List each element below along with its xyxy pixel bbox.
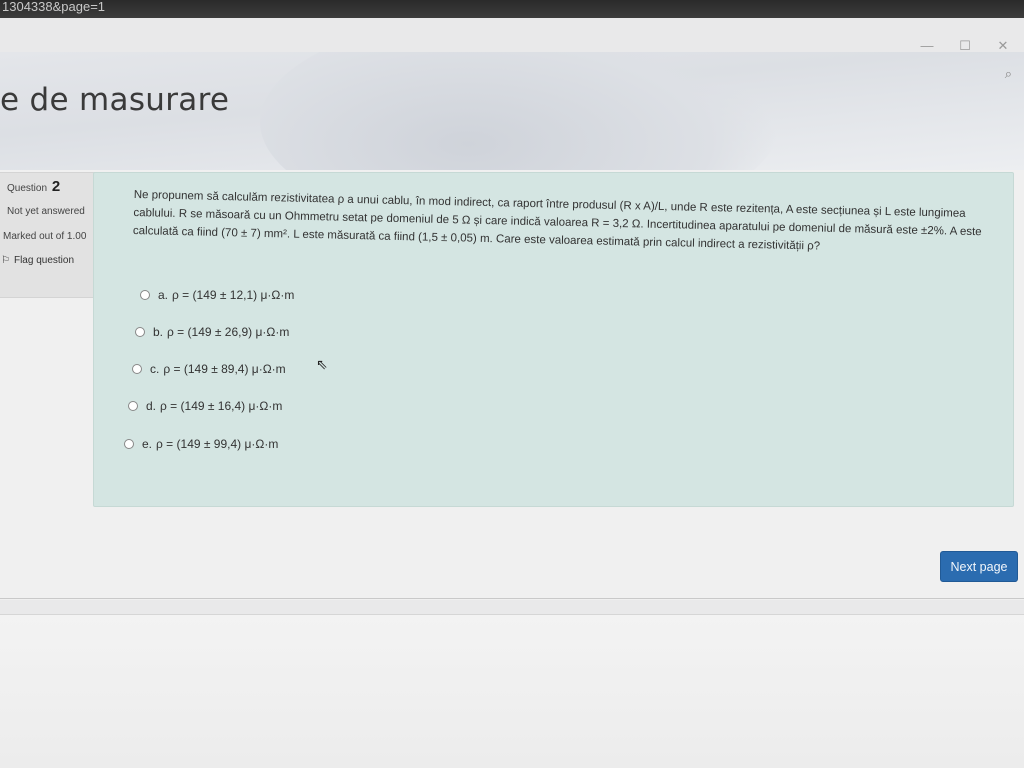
answer-option-e[interactable]: e. ρ = (149 ± 99,4) μ·Ω·m [124, 435, 278, 453]
question-number-label: Question 2 [7, 178, 99, 195]
radio-button[interactable] [128, 401, 138, 411]
radio-button[interactable] [132, 364, 142, 374]
maximize-icon[interactable]: ☐ [958, 38, 972, 54]
answer-letter: d. [146, 399, 157, 413]
search-icon[interactable]: ⌕ [1005, 66, 1012, 82]
answer-letter: e. [142, 437, 153, 451]
window-controls: — ☐ ✕ [920, 38, 1010, 54]
question-state: Not yet answered [7, 206, 85, 217]
question-marks: Marked out of 1.00 [3, 231, 87, 242]
radio-button[interactable] [140, 290, 150, 300]
browser-top-bar: 1304338&page=1 [0, 0, 1024, 18]
radio-button[interactable] [124, 439, 134, 449]
question-prefix: Question [7, 183, 48, 194]
close-icon[interactable]: ✕ [996, 38, 1010, 54]
url-fragment: 1304338&page=1 [2, 0, 106, 14]
flag-question-label: Flag question [13, 255, 75, 266]
question-info-panel: Question 2 Not yet answered Marked out o… [0, 172, 104, 298]
answer-text: ρ = (149 ± 89,4) μ·Ω·m [163, 362, 286, 376]
divider [0, 598, 1024, 599]
answer-text: ρ = (149 ± 99,4) μ·Ω·m [156, 437, 279, 451]
flag-icon: ⚐ [1, 255, 10, 266]
flag-question-link[interactable]: ⚐ Flag question [1, 255, 99, 266]
answer-option-d[interactable]: d. ρ = (149 ± 16,4) μ·Ω·m [128, 397, 282, 415]
minimize-icon[interactable]: — [920, 38, 934, 54]
header-decoration [260, 52, 780, 170]
answer-letter: a. [158, 288, 169, 302]
radio-button[interactable] [135, 327, 145, 337]
cursor-icon: ⇖ [316, 356, 328, 372]
answer-text: ρ = (149 ± 12,1) μ·Ω·m [172, 288, 295, 302]
answer-option-c[interactable]: c. ρ = (149 ± 89,4) μ·Ω·m [132, 360, 286, 378]
answer-option-a[interactable]: a. ρ = (149 ± 12,1) μ·Ω·m [140, 286, 294, 304]
question-number: 2 [51, 178, 61, 195]
answer-text: ρ = (149 ± 16,4) μ·Ω·m [160, 399, 283, 413]
answer-option-b[interactable]: b. ρ = (149 ± 26,9) μ·Ω·m [135, 323, 289, 341]
next-page-button[interactable]: Next page [940, 551, 1018, 582]
answer-letter: c. [150, 362, 160, 376]
answer-text: ρ = (149 ± 26,9) μ·Ω·m [167, 325, 290, 339]
answer-letter: b. [153, 325, 164, 339]
page-title: e de masurare [0, 82, 230, 118]
page-footer [0, 615, 1024, 768]
